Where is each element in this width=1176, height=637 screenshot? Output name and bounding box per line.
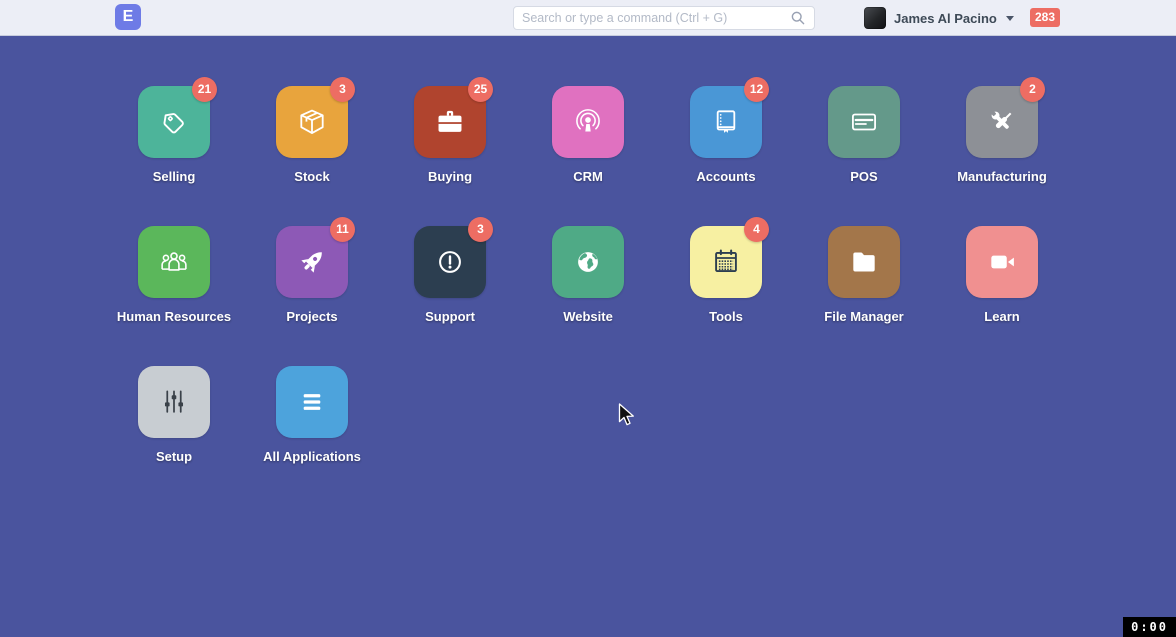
module-label: Website xyxy=(563,309,613,324)
module-tile-website[interactable]: Website xyxy=(519,226,657,366)
module-tile-buying[interactable]: 25 Buying xyxy=(381,86,519,226)
module-label: File Manager xyxy=(824,309,903,324)
credit-card-icon xyxy=(845,103,883,141)
module-notification-badge: 11 xyxy=(330,217,355,242)
module-tile-manufacturing[interactable]: 2 Manufacturing xyxy=(933,86,1071,226)
people-group-icon xyxy=(155,243,193,281)
video-camera-icon xyxy=(983,243,1021,281)
user-menu[interactable]: James Al Pacino xyxy=(864,0,1014,36)
module-label: Projects xyxy=(286,309,337,324)
briefcase-icon xyxy=(431,103,469,141)
user-avatar xyxy=(864,7,886,29)
module-label: Learn xyxy=(984,309,1019,324)
module-grid: 21 Selling 3 Stock 25 Buying CRM xyxy=(105,86,1071,506)
module-label: Buying xyxy=(428,169,472,184)
module-tile-pos[interactable]: POS xyxy=(795,86,933,226)
module-label: Support xyxy=(425,309,475,324)
app-logo-letter: E xyxy=(123,8,134,26)
sliders-icon xyxy=(155,383,193,421)
module-tile-all-applications[interactable]: All Applications xyxy=(243,366,381,506)
module-notification-badge: 12 xyxy=(744,77,769,102)
module-notification-badge: 4 xyxy=(744,217,769,242)
module-tile-setup[interactable]: Setup xyxy=(105,366,243,506)
module-notification-badge: 25 xyxy=(468,77,493,102)
module-label: All Applications xyxy=(263,449,361,464)
module-label: Human Resources xyxy=(117,309,231,324)
box-icon xyxy=(293,103,331,141)
module-tile-selling[interactable]: 21 Selling xyxy=(105,86,243,226)
broadcast-person-icon xyxy=(569,103,607,141)
module-tile-projects[interactable]: 11 Projects xyxy=(243,226,381,366)
module-notification-badge: 21 xyxy=(192,77,217,102)
module-tile-accounts[interactable]: 12 Accounts xyxy=(657,86,795,226)
global-search xyxy=(513,6,815,30)
recording-timer: 0:00 xyxy=(1123,617,1176,637)
user-name: James Al Pacino xyxy=(894,11,997,26)
module-label: Accounts xyxy=(696,169,755,184)
module-label: POS xyxy=(850,169,877,184)
ledger-book-icon xyxy=(707,103,745,141)
globe-icon xyxy=(569,243,607,281)
folder-icon xyxy=(845,243,883,281)
wrench-screwdriver-icon xyxy=(983,103,1021,141)
search-icon[interactable] xyxy=(790,10,806,26)
chevron-down-icon xyxy=(1006,16,1014,21)
top-navbar: E James Al Pacino 283 xyxy=(0,0,1176,36)
module-tile-crm[interactable]: CRM xyxy=(519,86,657,226)
module-tile-human-resources[interactable]: Human Resources xyxy=(105,226,243,366)
module-label: Manufacturing xyxy=(957,169,1047,184)
rocket-icon xyxy=(293,243,331,281)
module-tile-tools[interactable]: 4 Tools xyxy=(657,226,795,366)
notification-count-badge[interactable]: 283 xyxy=(1030,8,1060,27)
module-tile-support[interactable]: 3 Support xyxy=(381,226,519,366)
app-logo[interactable]: E xyxy=(115,4,141,30)
module-label: Selling xyxy=(153,169,196,184)
desk-home-screen: E James Al Pacino 283 21 Selling xyxy=(0,0,1176,637)
module-label: Tools xyxy=(709,309,743,324)
search-input[interactable] xyxy=(522,11,790,25)
module-tile-file-manager[interactable]: File Manager xyxy=(795,226,933,366)
module-label: Setup xyxy=(156,449,192,464)
module-notification-badge: 3 xyxy=(330,77,355,102)
menu-icon xyxy=(293,383,331,421)
module-label: Stock xyxy=(294,169,329,184)
module-tile-stock[interactable]: 3 Stock xyxy=(243,86,381,226)
exclamation-circle-icon xyxy=(431,243,469,281)
tag-icon xyxy=(155,103,193,141)
module-label: CRM xyxy=(573,169,603,184)
module-notification-badge: 3 xyxy=(468,217,493,242)
module-notification-badge: 2 xyxy=(1020,77,1045,102)
module-tile-learn[interactable]: Learn xyxy=(933,226,1071,366)
calendar-icon xyxy=(707,243,745,281)
